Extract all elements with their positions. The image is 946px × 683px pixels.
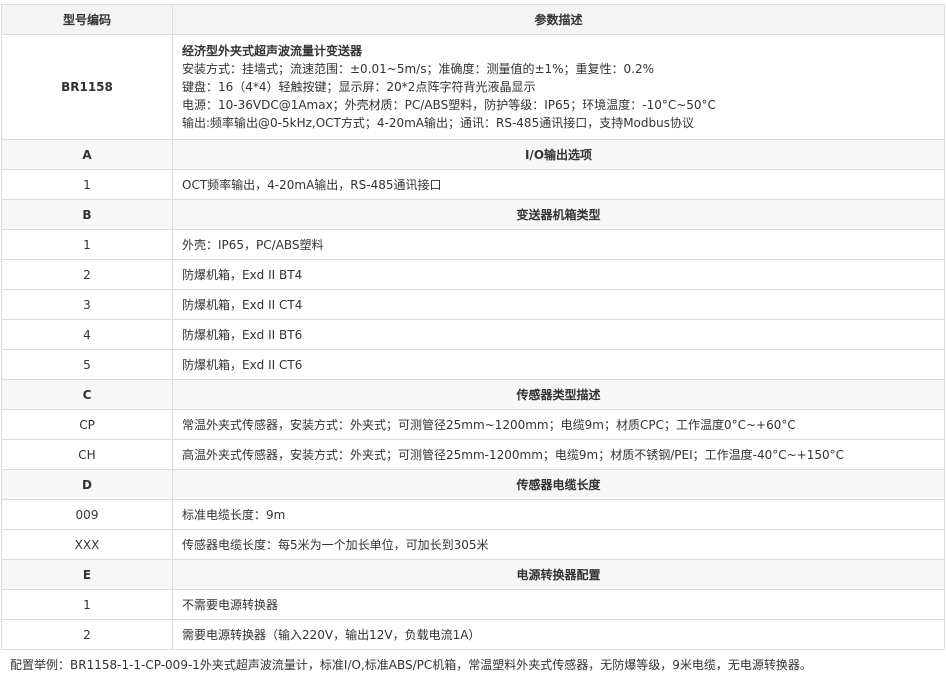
model-spec-line: 安装方式：挂墙式；流速范围：±0.01~5m/s；准确度：测量值的±1%；重复性… bbox=[182, 61, 655, 76]
option-code: 3 bbox=[1, 289, 173, 320]
section-code: D bbox=[1, 469, 173, 500]
table-row: 3 防爆机箱，Exd II CT4 bbox=[1, 289, 945, 320]
model-description: 经济型外夹式超声波流量计变送器 安装方式：挂墙式；流速范围：±0.01~5m/s… bbox=[172, 34, 945, 140]
option-description: 防爆机箱，Exd II CT4 bbox=[172, 289, 945, 320]
option-description: 标准电缆长度：9m bbox=[172, 499, 945, 530]
option-code: 2 bbox=[1, 259, 173, 290]
option-code: 1 bbox=[1, 589, 173, 620]
section-title: 传感器电缆长度 bbox=[172, 469, 945, 500]
table-row: 1 外壳：IP65，PC/ABS塑料 bbox=[1, 229, 945, 260]
table-row: 1 不需要电源转换器 bbox=[1, 589, 945, 620]
option-code: CH bbox=[1, 439, 173, 470]
section-header-row: B 变送器机箱类型 bbox=[1, 199, 945, 230]
section-code: A bbox=[1, 139, 173, 170]
section-code: E bbox=[1, 559, 173, 590]
option-description: 常温外夹式传感器，安装方式：外夹式；可测管径25mm~1200mm；电缆9m；材… bbox=[172, 409, 945, 440]
spec-sheet: 型号编码 参数描述 BR1158 经济型外夹式超声波流量计变送器 安装方式：挂墙… bbox=[0, 0, 946, 683]
section-header-row: C 传感器类型描述 bbox=[1, 379, 945, 410]
table-row: 2 需要电源转换器（输入220V，输出12V，负载电流1A） bbox=[1, 619, 945, 650]
section-title: 电源转换器配置 bbox=[172, 559, 945, 590]
table-row: 009 标准电缆长度：9m bbox=[1, 499, 945, 530]
section-title: 变送器机箱类型 bbox=[172, 199, 945, 230]
model-code: BR1158 bbox=[1, 34, 173, 140]
model-intro-row: BR1158 经济型外夹式超声波流量计变送器 安装方式：挂墙式；流速范围：±0.… bbox=[1, 34, 945, 140]
option-code: XXX bbox=[1, 529, 173, 560]
table-row: 2 防爆机箱，Exd II BT4 bbox=[1, 259, 945, 290]
table-row: 1 OCT频率输出，4-20mA输出，RS-485通讯接口 bbox=[1, 169, 945, 200]
table-row: 4 防爆机箱，Exd II BT6 bbox=[1, 319, 945, 350]
section-header-row: D 传感器电缆长度 bbox=[1, 469, 945, 500]
section-header-row: E 电源转换器配置 bbox=[1, 559, 945, 590]
option-code: 4 bbox=[1, 319, 173, 350]
table-row: CH 高温外夹式传感器，安装方式：外夹式；可测管径25mm-1200mm；电缆9m… bbox=[1, 439, 945, 470]
option-code: 2 bbox=[1, 619, 173, 650]
option-description: 需要电源转换器（输入220V，输出12V，负载电流1A） bbox=[172, 619, 945, 650]
model-spec-line: 键盘：16（4*4）轻触按键；显示屏：20*2点阵字符背光液晶显示 bbox=[182, 79, 536, 94]
spec-table: 型号编码 参数描述 BR1158 经济型外夹式超声波流量计变送器 安装方式：挂墙… bbox=[1, 4, 945, 650]
option-code: 1 bbox=[1, 169, 173, 200]
option-description: 不需要电源转换器 bbox=[172, 589, 945, 620]
option-code: CP bbox=[1, 409, 173, 440]
option-description: 防爆机箱，Exd II BT4 bbox=[172, 259, 945, 290]
option-description: OCT频率输出，4-20mA输出，RS-485通讯接口 bbox=[172, 169, 945, 200]
option-code: 1 bbox=[1, 229, 173, 260]
option-description: 防爆机箱，Exd II BT6 bbox=[172, 319, 945, 350]
section-title: I/O输出选项 bbox=[172, 139, 945, 170]
section-code: C bbox=[1, 379, 173, 410]
option-description: 外壳：IP65，PC/ABS塑料 bbox=[172, 229, 945, 260]
table-header-row: 型号编码 参数描述 bbox=[1, 4, 945, 35]
option-code: 5 bbox=[1, 349, 173, 380]
option-code: 009 bbox=[1, 499, 173, 530]
config-example: 配置举例：BR1158-1-1-CP-009-1外夹式超声波流量计，标准I/O,… bbox=[10, 658, 812, 672]
section-header-row: A I/O输出选项 bbox=[1, 139, 945, 170]
model-title: 经济型外夹式超声波流量计变送器 bbox=[182, 43, 363, 58]
section-code: B bbox=[1, 199, 173, 230]
option-description: 防爆机箱，Exd II CT6 bbox=[172, 349, 945, 380]
header-param-desc: 参数描述 bbox=[172, 4, 945, 35]
option-description: 高温外夹式传感器，安装方式：外夹式；可测管径25mm-1200mm；电缆9m；材… bbox=[172, 439, 945, 470]
section-title: 传感器类型描述 bbox=[172, 379, 945, 410]
table-row: 5 防爆机箱，Exd II CT6 bbox=[1, 349, 945, 380]
table-row: CP 常温外夹式传感器，安装方式：外夹式；可测管径25mm~1200mm；电缆9m… bbox=[1, 409, 945, 440]
model-spec-line: 电源：10-36VDC@1Amax；外壳材质：PC/ABS塑料，防护等级：IP6… bbox=[182, 97, 716, 112]
header-model-code: 型号编码 bbox=[1, 4, 173, 35]
option-description: 传感器电缆长度：每5米为一个加长单位，可加长到305米 bbox=[172, 529, 945, 560]
model-spec-line: 输出:频率输出@0-5kHz,OCT方式；4-20mA输出；通讯：RS-485通… bbox=[182, 115, 694, 130]
table-row: XXX 传感器电缆长度：每5米为一个加长单位，可加长到305米 bbox=[1, 529, 945, 560]
